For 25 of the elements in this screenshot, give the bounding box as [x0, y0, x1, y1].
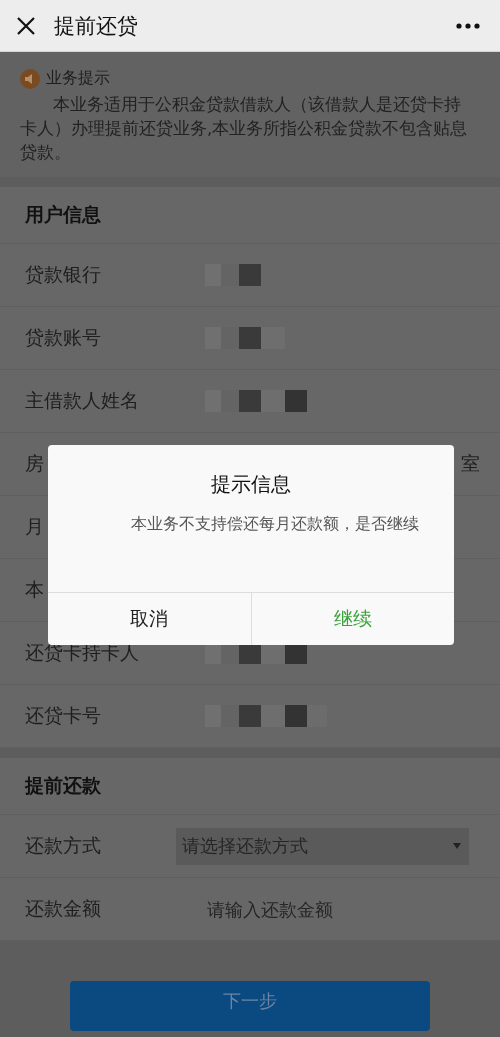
dropdown-caret-icon	[453, 843, 461, 849]
field-label: 贷款银行	[25, 262, 101, 287]
more-icon[interactable]	[456, 22, 480, 29]
field-label: 贷款账号	[25, 325, 101, 350]
notice-title: 业务提示	[46, 68, 110, 89]
continue-button[interactable]: 继续	[250, 593, 454, 645]
field-label: 还款金额	[25, 896, 101, 921]
field-value: 室	[461, 451, 480, 476]
dialog-message: 本业务不支持偿还每月还款额，是否继续	[129, 513, 420, 535]
close-icon[interactable]	[16, 15, 36, 36]
field-label: 月	[25, 514, 44, 539]
amount-input-field[interactable]: 请输入还款金额	[205, 897, 449, 921]
dialog-title: 提示信息	[210, 471, 292, 498]
field-label: 还款方式	[25, 833, 101, 858]
field-label: 主借款人姓名	[25, 388, 139, 413]
section-title: 用户信息	[0, 187, 500, 244]
section-title: 提前还款	[0, 758, 500, 815]
pixelated-value-drawing	[205, 264, 261, 286]
page-title: 提前还贷	[54, 12, 139, 40]
field-label: 房	[25, 451, 44, 476]
next-step-button[interactable]: 下一步	[70, 981, 430, 1031]
notice-text: 本业务适用于公积金贷款借款人（该借款人是还贷卡持卡人）办理提前还贷业务,本业务所指公积金贷款不包含贴息贷款。	[20, 94, 469, 164]
speaker-icon	[20, 68, 40, 89]
field-label: 还贷卡号	[25, 703, 101, 728]
field-label: 本	[25, 577, 44, 602]
